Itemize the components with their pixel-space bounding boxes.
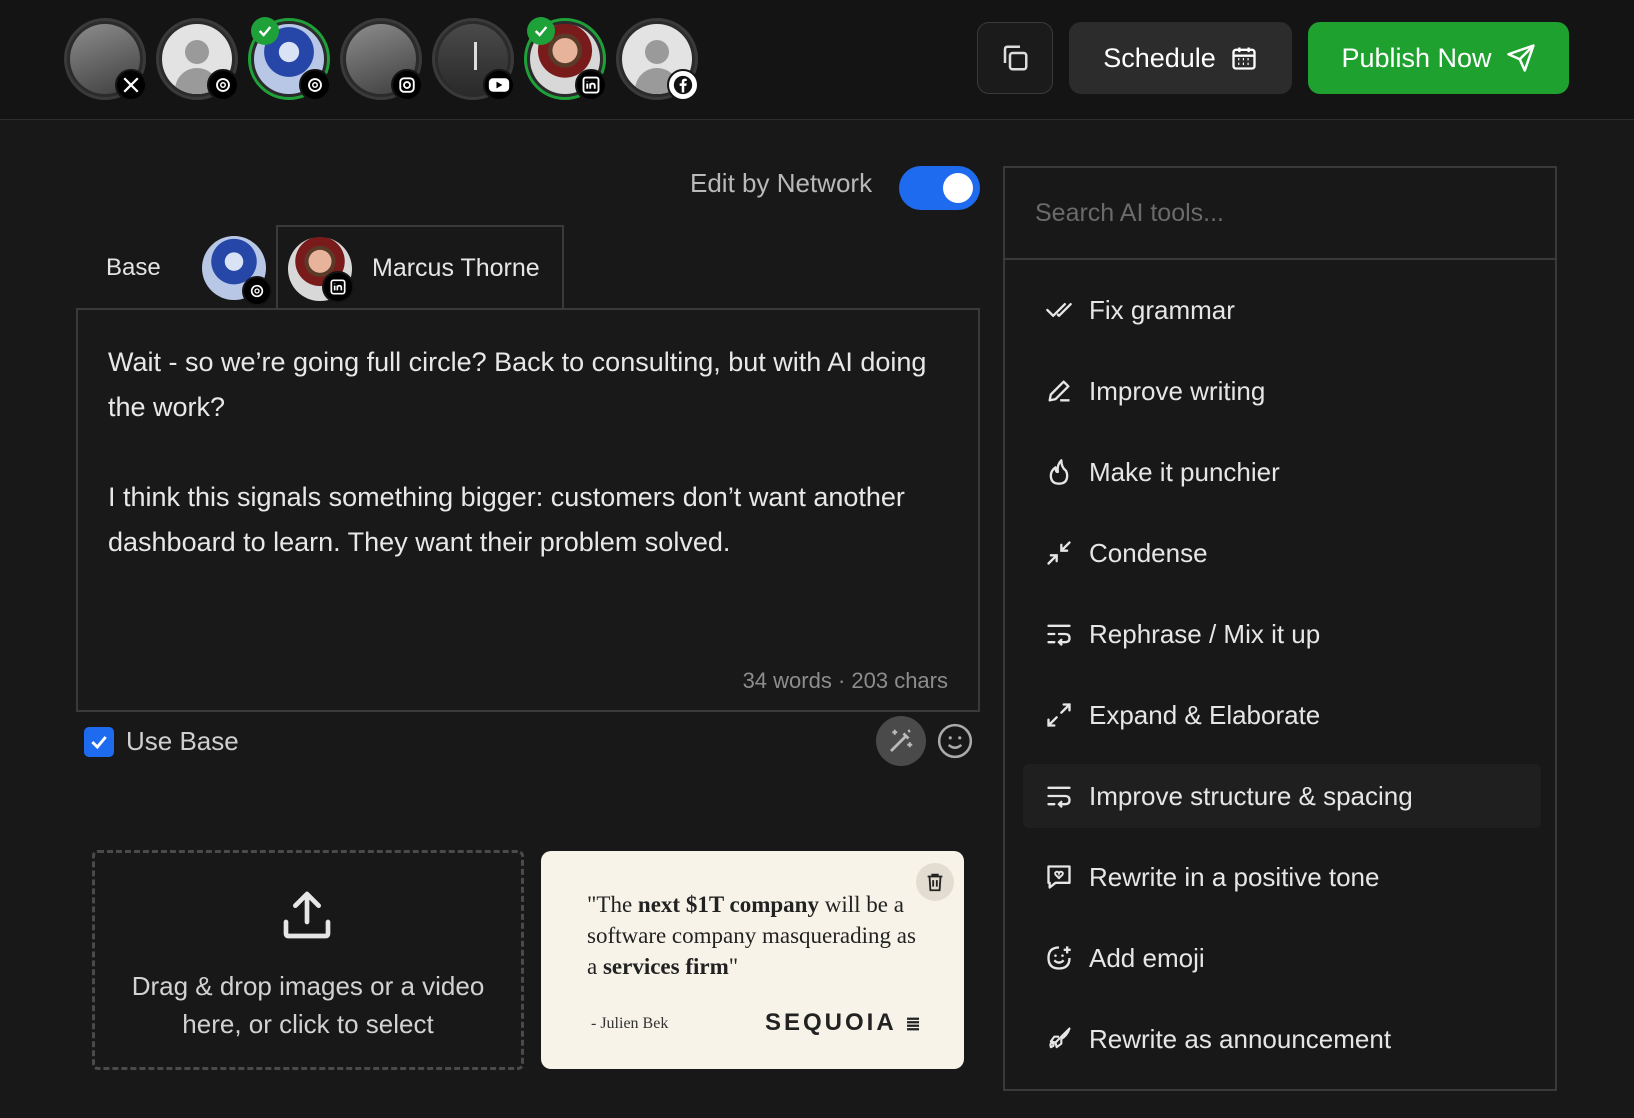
word-char-count: 34 words · 203 chars — [742, 668, 948, 693]
toggle-knob — [943, 173, 973, 203]
ai-tool-improve-writing[interactable]: Improve writing — [1023, 359, 1541, 423]
ai-tool-positive-tone[interactable]: Rewrite in a positive tone — [1023, 845, 1541, 909]
linkedin-logo-icon — [322, 271, 354, 303]
rephrase-icon — [1047, 624, 1071, 646]
ai-tool-label: Rephrase / Mix it up — [1089, 618, 1321, 649]
use-base-label: Use Base — [126, 726, 239, 756]
youtube-logo-icon — [483, 69, 515, 101]
schedule-label: Schedule — [1103, 42, 1216, 73]
selected-check-icon — [251, 17, 279, 45]
ai-tools-panel: Fix grammar Improve writing Make it punc… — [1003, 166, 1557, 1091]
duplicate-button[interactable] — [977, 22, 1053, 94]
selected-check-icon — [527, 17, 555, 45]
tab-linkedin-account[interactable]: Marcus Thorne — [276, 225, 564, 310]
ai-tool-label: Improve writing — [1089, 375, 1266, 406]
message-heart-icon — [1047, 865, 1071, 889]
account-avatar-instagram[interactable] — [340, 18, 423, 101]
minimize-icon — [1047, 541, 1071, 565]
quote-close: " — [728, 954, 739, 979]
edit-by-network-toggle[interactable] — [899, 166, 980, 210]
ai-tool-label: Rewrite as announcement — [1089, 1023, 1392, 1054]
upload-icon — [283, 891, 331, 939]
quote-text: "The next $1T company will be a software… — [587, 889, 927, 982]
x-logo-icon — [115, 69, 147, 101]
logo-mark: ≣ — [905, 1014, 924, 1034]
ai-tool-label: Improve structure & spacing — [1089, 780, 1413, 811]
publish-label: Publish Now — [1341, 42, 1492, 73]
tab-base[interactable]: Base — [106, 254, 161, 282]
tab-threads-account[interactable] — [202, 236, 272, 306]
checkbox-checked-icon — [84, 726, 114, 757]
logo-text: SEQUOIA — [765, 1009, 896, 1036]
threads-logo-icon — [299, 69, 331, 101]
media-dropzone[interactable]: Drag & drop images or a video here, or c… — [92, 850, 524, 1070]
wrap-text-icon — [1047, 786, 1071, 808]
dropzone-label: Drag & drop images or a video here, or c… — [131, 971, 485, 1039]
emoji-picker-icon[interactable] — [936, 722, 974, 760]
quote-bold-2: services firm — [602, 954, 729, 979]
delete-media-button[interactable] — [916, 863, 954, 901]
ai-tool-make-it-punchier[interactable]: Make it punchier — [1023, 440, 1541, 504]
account-avatar-youtube[interactable] — [432, 18, 515, 101]
maximize-icon — [1047, 703, 1071, 727]
threads-logo-icon — [242, 276, 272, 306]
ai-tool-announcement[interactable]: Rewrite as announcement — [1023, 1007, 1541, 1071]
threads-logo-icon — [207, 69, 239, 101]
ai-tool-label: Make it punchier — [1089, 456, 1280, 487]
ai-tool-label: Fix grammar — [1089, 294, 1235, 325]
ai-tool-rephrase[interactable]: Rephrase / Mix it up — [1023, 602, 1541, 666]
rocket-icon — [1049, 1027, 1071, 1049]
ai-tool-label: Expand & Elaborate — [1089, 699, 1321, 730]
tab-label: Marcus Thorne — [372, 254, 540, 282]
account-avatar-threads-1[interactable] — [156, 18, 239, 101]
sequoia-logo: SEQUOIA ≣ — [765, 1009, 924, 1037]
instagram-logo-icon — [391, 69, 423, 101]
ai-tool-label: Rewrite in a positive tone — [1089, 861, 1380, 892]
schedule-button[interactable]: Schedule — [1069, 22, 1292, 94]
quote-author: - Julien Bek — [591, 1015, 669, 1032]
publish-now-button[interactable]: Publish Now — [1308, 22, 1569, 94]
top-bar: Schedule Publish Now — [0, 0, 1634, 120]
pencil-icon — [1048, 380, 1070, 402]
copy-icon — [1003, 45, 1028, 71]
facebook-logo-icon — [667, 69, 699, 101]
double-check-icon — [1046, 303, 1072, 317]
ai-tools-search-input[interactable] — [1005, 168, 1555, 260]
smile-plus-icon — [1047, 946, 1071, 970]
ai-tool-condense[interactable]: Condense — [1023, 521, 1541, 585]
account-avatar-threads-2[interactable] — [248, 17, 331, 101]
trash-icon — [927, 873, 943, 892]
ai-tool-expand-elaborate[interactable]: Expand & Elaborate — [1023, 683, 1541, 747]
ai-tool-label: Condense — [1089, 537, 1208, 568]
calendar-icon — [1232, 47, 1256, 70]
ai-magic-button[interactable] — [876, 716, 926, 766]
post-editor[interactable]: Wait - so we’re going full circle? Back … — [76, 308, 980, 712]
post-text[interactable]: Wait - so we’re going full circle? Back … — [108, 340, 948, 565]
account-avatar-facebook[interactable] — [616, 18, 699, 101]
account-avatar-x[interactable] — [64, 18, 147, 101]
ai-tool-label: Add emoji — [1089, 942, 1205, 973]
quote-open: "The — [587, 892, 638, 917]
ai-tool-fix-grammar[interactable]: Fix grammar — [1023, 278, 1541, 342]
ai-tool-improve-structure[interactable]: Improve structure & spacing — [1023, 764, 1541, 828]
magic-wand-icon — [890, 729, 913, 752]
use-base-checkbox[interactable]: Use Base — [84, 726, 239, 757]
quote-bold-1: next $1T company — [637, 892, 819, 917]
linkedin-logo-icon — [575, 69, 607, 101]
media-attachment-quote-card[interactable]: "The next $1T company will be a software… — [541, 851, 964, 1069]
flame-icon — [1049, 459, 1069, 485]
account-avatar-linkedin[interactable] — [524, 17, 607, 101]
ai-tool-add-emoji[interactable]: Add emoji — [1023, 926, 1541, 990]
send-icon — [1506, 44, 1535, 72]
edit-by-network-label: Edit by Network — [690, 168, 873, 198]
